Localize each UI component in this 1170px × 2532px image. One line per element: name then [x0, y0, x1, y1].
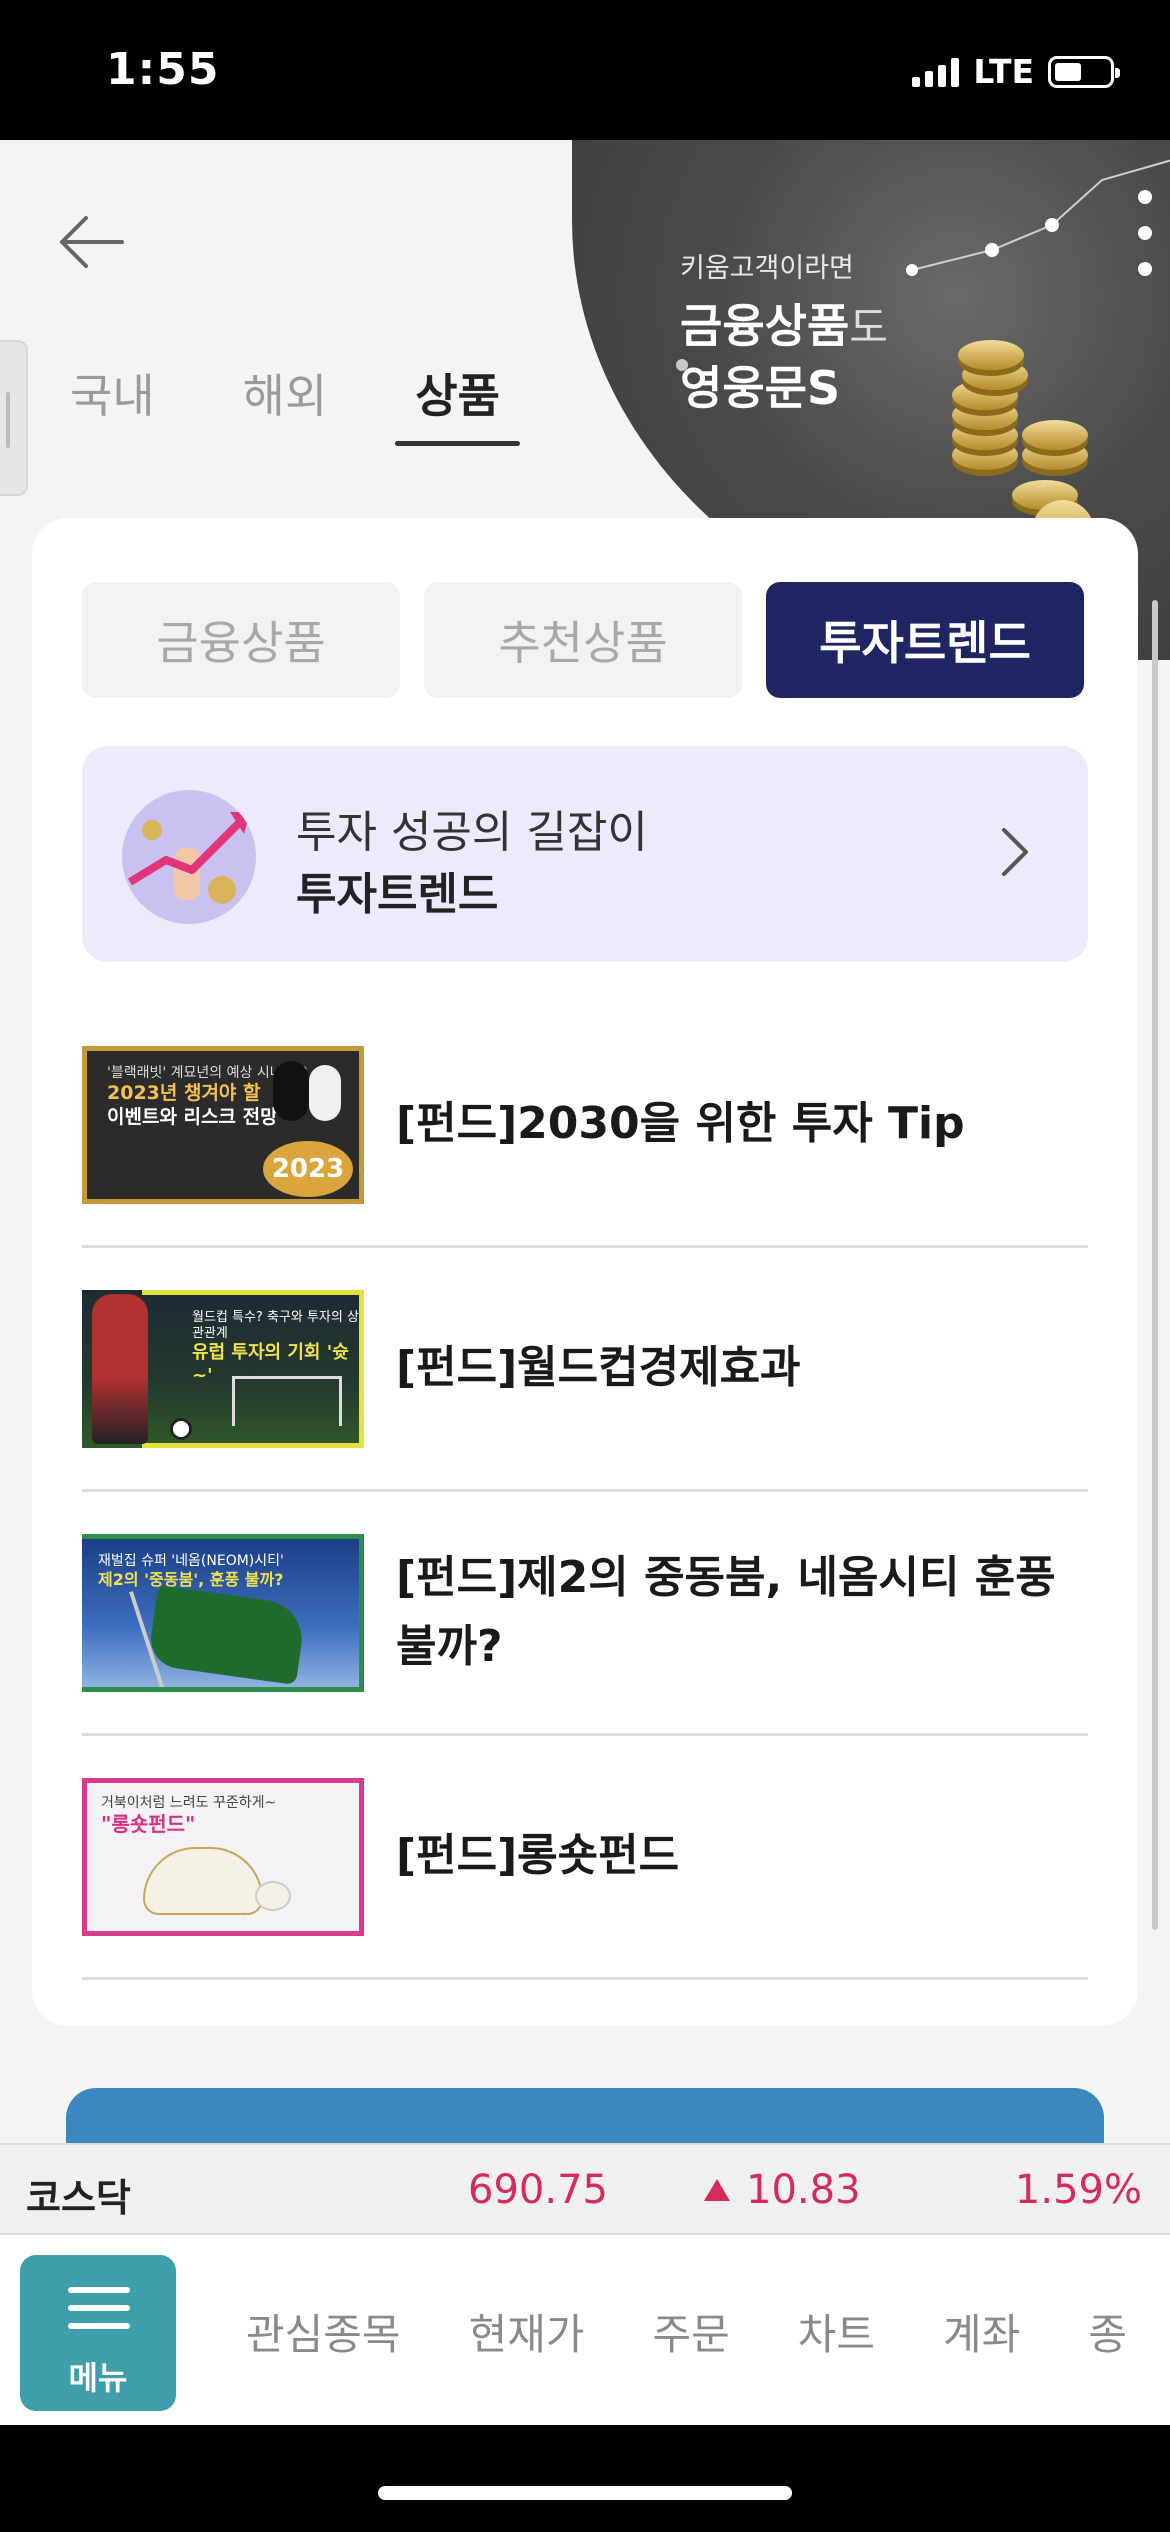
market-ticker[interactable]: 코스닥 690.75 10.83 1.59%	[0, 2143, 1170, 2235]
tab-products[interactable]: 상품	[395, 360, 520, 446]
nav-item-more[interactable]: 종	[1088, 2301, 1127, 2362]
nav-item-chart[interactable]: 차트	[798, 2301, 875, 2362]
nav-item-watchlist[interactable]: 관심종목	[246, 2301, 401, 2362]
nav-items: 관심종목 현재가 주문 차트 계좌 종	[246, 2301, 1170, 2362]
product-card: 금융상품 추천상품 투자트렌드 투자 성공의 길잡이 투자트렌드 '블랙래빗' …	[32, 518, 1138, 2026]
status-indicators: LTE	[912, 52, 1120, 91]
thumb-line: 월드컵 특수? 축구와 투자의 상관관계	[192, 1309, 359, 1341]
promo-subtitle: 투자 성공의 길잡이	[296, 807, 648, 858]
goal-net-icon	[232, 1375, 342, 1426]
soccer-player-icon	[92, 1293, 148, 1444]
status-bar: 1:55 LTE	[0, 0, 1170, 140]
flag-icon	[147, 1584, 307, 1685]
thumb-line: 거북이처럼 느려도 꾸준하게~	[101, 1794, 277, 1811]
network-label: LTE	[973, 52, 1034, 91]
more-options-icon[interactable]	[1138, 190, 1152, 276]
promo-title: 투자트렌드	[296, 869, 499, 920]
app-screen: 키움고객이라면 금융상품도 영웅문S 국내 해외 상품 금융상품 추천상품 투자…	[0, 140, 1170, 2425]
turtle-head-icon	[255, 1880, 291, 1911]
side-drawer-handle[interactable]	[0, 340, 28, 496]
tab-overseas[interactable]: 해외	[243, 360, 328, 446]
segment-recommended-products[interactable]: 추천상품	[424, 582, 742, 698]
menu-label: 메뉴	[68, 2359, 128, 2397]
menu-button[interactable]: 메뉴	[20, 2255, 176, 2411]
banner-title: 금융상품도	[680, 290, 888, 356]
index-change-value: 10.83	[746, 2167, 861, 2213]
segment-control: 금융상품 추천상품 투자트렌드	[82, 582, 1084, 698]
triangle-up-icon	[704, 2179, 730, 2201]
article-thumbnail: '블랙래빗' 계묘년의 예상 시나리오 2023년 챙겨야 할 이벤트와 리스크…	[82, 1045, 364, 1204]
banner-subtitle: 키움고객이라면	[680, 253, 854, 284]
bottom-navigation: 메뉴 관심종목 현재가 주문 차트 계좌 종	[0, 2235, 1170, 2425]
rabbit-mascot-icon	[273, 1060, 309, 1121]
thumb-line: 제2의 '중동붐', 훈풍 불까?	[98, 1570, 284, 1589]
coin-badge: 2023	[263, 1140, 353, 1197]
status-time: 1:55	[106, 44, 220, 95]
index-change: 10.83	[704, 2167, 861, 2213]
article-title: [펀드]월드컵경제효과	[396, 1342, 801, 1394]
home-indicator-area	[0, 2425, 1170, 2532]
tab-domestic[interactable]: 국내	[70, 360, 155, 446]
banner-title-bold: 금융상품	[680, 299, 850, 353]
list-item[interactable]: 거북이처럼 느려도 꾸준하게~ "롱숏펀드" [펀드]롱숏펀드	[82, 1736, 1088, 1980]
nav-item-account[interactable]: 계좌	[943, 2301, 1020, 2362]
back-arrow-icon[interactable]	[52, 202, 132, 282]
rabbit-mascot-icon	[309, 1064, 341, 1121]
home-indicator[interactable]	[378, 2486, 792, 2500]
market-tabs: 국내 해외 상품	[70, 360, 588, 446]
index-change-percent: 1.59%	[1014, 2167, 1142, 2213]
thumb-line: 재벌집 슈퍼 '네옴(NEOM)시티'	[98, 1552, 284, 1569]
turtle-icon	[143, 1846, 263, 1915]
soccer-ball-icon	[170, 1417, 192, 1440]
chevron-right-icon	[1002, 828, 1028, 876]
banner-title-brand: 영웅문S	[680, 361, 841, 415]
list-item[interactable]: '블랙래빗' 계묘년의 예상 시나리오 2023년 챙겨야 할 이벤트와 리스크…	[82, 1004, 1088, 1248]
banner-title-suffix: 도	[849, 303, 888, 352]
article-title: [펀드]제2의 중동붐, 네옴시티 훈풍 불까?	[396, 1552, 1056, 1672]
hamburger-icon	[68, 2287, 130, 2341]
list-item[interactable]: 월드컵 특수? 축구와 투자의 상관관계 유럽 투자의 기회 '슛~' [펀드]…	[82, 1248, 1088, 1492]
article-list: '블랙래빗' 계묘년의 예상 시나리오 2023년 챙겨야 할 이벤트와 리스크…	[82, 1004, 1088, 1980]
segment-investment-trend[interactable]: 투자트렌드	[766, 582, 1084, 698]
signal-icon	[912, 57, 960, 87]
investment-trend-banner[interactable]: 투자 성공의 길잡이 투자트렌드	[82, 746, 1088, 962]
nav-item-order[interactable]: 주문	[652, 2301, 729, 2362]
thumb-line: "롱숏펀드"	[101, 1812, 196, 1836]
index-value: 690.75	[468, 2167, 608, 2213]
rising-chart-hand-icon	[122, 790, 256, 924]
battery-icon	[1048, 55, 1120, 88]
article-title: [펀드]2030을 위한 투자 Tip	[396, 1098, 965, 1150]
nav-item-current-price[interactable]: 현재가	[469, 2301, 585, 2362]
segment-financial-products[interactable]: 금융상품	[82, 582, 400, 698]
article-thumbnail: 거북이처럼 느려도 꾸준하게~ "롱숏펀드"	[82, 1777, 364, 1936]
article-thumbnail: 재벌집 슈퍼 '네옴(NEOM)시티' 제2의 '중동붐', 훈풍 불까?	[82, 1533, 364, 1692]
article-title: [펀드]롱숏펀드	[396, 1830, 680, 1882]
article-thumbnail: 월드컵 특수? 축구와 투자의 상관관계 유럽 투자의 기회 '슛~'	[82, 1289, 364, 1448]
list-item[interactable]: 재벌집 슈퍼 '네옴(NEOM)시티' 제2의 '중동붐', 훈풍 불까? [펀…	[82, 1492, 1088, 1736]
index-name: 코스닥	[26, 2176, 131, 2220]
scrollbar[interactable]	[1152, 600, 1158, 1930]
